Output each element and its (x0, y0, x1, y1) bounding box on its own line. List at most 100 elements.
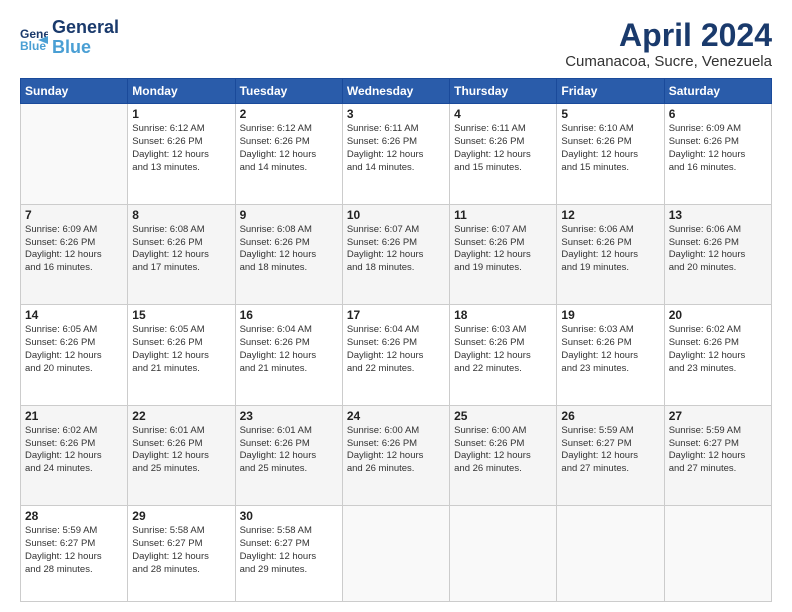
calendar-table: SundayMondayTuesdayWednesdayThursdayFrid… (20, 78, 772, 602)
calendar-cell: 20Sunrise: 6:02 AMSunset: 6:26 PMDayligh… (664, 305, 771, 406)
day-of-week-saturday: Saturday (664, 79, 771, 104)
calendar-cell: 12Sunrise: 6:06 AMSunset: 6:26 PMDayligh… (557, 204, 664, 305)
day-of-week-monday: Monday (128, 79, 235, 104)
day-info: Sunrise: 6:11 AMSunset: 6:26 PMDaylight:… (347, 123, 445, 174)
day-info: Sunrise: 6:12 AMSunset: 6:26 PMDaylight:… (240, 123, 338, 174)
calendar-cell: 16Sunrise: 6:04 AMSunset: 6:26 PMDayligh… (235, 305, 342, 406)
day-number: 14 (25, 308, 123, 322)
day-number: 20 (669, 308, 767, 322)
day-number: 19 (561, 308, 659, 322)
day-info: Sunrise: 6:00 AMSunset: 6:26 PMDaylight:… (454, 425, 552, 476)
day-info: Sunrise: 6:09 AMSunset: 6:26 PMDaylight:… (25, 224, 123, 275)
calendar-cell (450, 506, 557, 602)
calendar-cell: 19 Sunrise: 6:03 AMSunset: 6:26 PMDayligh… (557, 305, 664, 406)
day-number: 17 (347, 308, 445, 322)
calendar-cell (21, 104, 128, 205)
calendar-cell: 26Sunrise: 5:59 AMSunset: 6:27 PMDayligh… (557, 405, 664, 506)
calendar-cell: 29 Sunrise: 5:58 AMSunset: 6:27 PMDayligh… (128, 506, 235, 602)
day-info: Sunrise: 5:59 AMSunset: 6:27 PMDaylight:… (669, 425, 767, 476)
day-of-week-thursday: Thursday (450, 79, 557, 104)
day-info: Sunrise: 5:58 AMSunset: 6:27 PMDaylight:… (240, 525, 338, 576)
day-info: Sunrise: 6:09 AMSunset: 6:26 PMDaylight:… (669, 123, 767, 174)
calendar-body: 1 Sunrise: 6:12 AMSunset: 6:26 PMDaylight… (21, 104, 772, 602)
day-info: Sunrise: 6:01 AMSunset: 6:26 PMDaylight:… (132, 425, 230, 476)
day-info: Sunrise: 6:05 AMSunset: 6:26 PMDaylight:… (25, 324, 123, 375)
calendar-header: SundayMondayTuesdayWednesdayThursdayFrid… (21, 79, 772, 104)
calendar-cell: 4 Sunrise: 6:11 AMSunset: 6:26 PMDaylight… (450, 104, 557, 205)
day-info: Sunrise: 6:00 AMSunset: 6:26 PMDaylight:… (347, 425, 445, 476)
day-info: Sunrise: 6:03 AMSunset: 6:26 PMDaylight:… (561, 324, 659, 375)
day-number: 29 (132, 509, 230, 523)
day-number: 2 (240, 107, 338, 121)
day-info: Sunrise: 6:11 AMSunset: 6:26 PMDaylight:… (454, 123, 552, 174)
calendar-cell (342, 506, 449, 602)
calendar-cell: 23 Sunrise: 6:01 AMSunset: 6:26 PMDayligh… (235, 405, 342, 506)
day-number: 30 (240, 509, 338, 523)
calendar-cell: 14 Sunrise: 6:05 AMSunset: 6:26 PMDayligh… (21, 305, 128, 406)
svg-text:Blue: Blue (20, 39, 46, 52)
calendar-cell: 25Sunrise: 6:00 AMSunset: 6:26 PMDayligh… (450, 405, 557, 506)
day-number: 13 (669, 208, 767, 222)
day-info: Sunrise: 6:04 AMSunset: 6:26 PMDaylight:… (347, 324, 445, 375)
day-info: Sunrise: 6:07 AMSunset: 6:26 PMDaylight:… (347, 224, 445, 275)
location: Cumanacoa, Sucre, Venezuela (565, 53, 772, 70)
calendar-cell: 6 Sunrise: 6:09 AMSunset: 6:26 PMDaylight… (664, 104, 771, 205)
calendar-cell: 3 Sunrise: 6:11 AMSunset: 6:26 PMDaylight… (342, 104, 449, 205)
day-number: 6 (669, 107, 767, 121)
title-block: April 2024 Cumanacoa, Sucre, Venezuela (565, 18, 772, 70)
logo-line2: Blue (52, 38, 119, 58)
day-info: Sunrise: 6:03 AMSunset: 6:26 PMDaylight:… (454, 324, 552, 375)
day-number: 1 (132, 107, 230, 121)
calendar-cell: 2 Sunrise: 6:12 AMSunset: 6:26 PMDaylight… (235, 104, 342, 205)
day-number: 28 (25, 509, 123, 523)
day-number: 5 (561, 107, 659, 121)
calendar-cell: 22 Sunrise: 6:01 AMSunset: 6:26 PMDayligh… (128, 405, 235, 506)
day-number: 24 (347, 409, 445, 423)
week-row-3: 14 Sunrise: 6:05 AMSunset: 6:26 PMDayligh… (21, 305, 772, 406)
day-number: 7 (25, 208, 123, 222)
day-info: Sunrise: 6:07 AMSunset: 6:26 PMDaylight:… (454, 224, 552, 275)
header-row: SundayMondayTuesdayWednesdayThursdayFrid… (21, 79, 772, 104)
week-row-5: 28 Sunrise: 5:59 AMSunset: 6:27 PMDayligh… (21, 506, 772, 602)
logo: General Blue General Blue (20, 18, 119, 58)
day-number: 16 (240, 308, 338, 322)
calendar-cell: 1 Sunrise: 6:12 AMSunset: 6:26 PMDaylight… (128, 104, 235, 205)
calendar-cell (664, 506, 771, 602)
day-info: Sunrise: 5:58 AMSunset: 6:27 PMDaylight:… (132, 525, 230, 576)
day-number: 10 (347, 208, 445, 222)
day-info: Sunrise: 6:01 AMSunset: 6:26 PMDaylight:… (240, 425, 338, 476)
calendar-cell: 7 Sunrise: 6:09 AMSunset: 6:26 PMDaylight… (21, 204, 128, 305)
day-number: 26 (561, 409, 659, 423)
day-number: 8 (132, 208, 230, 222)
day-info: Sunrise: 6:05 AMSunset: 6:26 PMDaylight:… (132, 324, 230, 375)
calendar-cell: 28 Sunrise: 5:59 AMSunset: 6:27 PMDayligh… (21, 506, 128, 602)
calendar-cell: 15Sunrise: 6:05 AMSunset: 6:26 PMDayligh… (128, 305, 235, 406)
day-info: Sunrise: 6:06 AMSunset: 6:26 PMDaylight:… (669, 224, 767, 275)
day-of-week-sunday: Sunday (21, 79, 128, 104)
day-number: 4 (454, 107, 552, 121)
day-of-week-tuesday: Tuesday (235, 79, 342, 104)
calendar-cell: 24 Sunrise: 6:00 AMSunset: 6:26 PMDayligh… (342, 405, 449, 506)
day-number: 9 (240, 208, 338, 222)
calendar-page: General Blue General Blue April 2024 Cum… (0, 0, 792, 612)
calendar-cell: 10 Sunrise: 6:07 AMSunset: 6:26 PMDayligh… (342, 204, 449, 305)
day-number: 18 (454, 308, 552, 322)
day-number: 3 (347, 107, 445, 121)
day-info: Sunrise: 6:08 AMSunset: 6:26 PMDaylight:… (132, 224, 230, 275)
calendar-cell: 9Sunrise: 6:08 AMSunset: 6:26 PMDaylight… (235, 204, 342, 305)
calendar-cell: 17 Sunrise: 6:04 AMSunset: 6:26 PMDayligh… (342, 305, 449, 406)
day-info: Sunrise: 6:12 AMSunset: 6:26 PMDaylight:… (132, 123, 230, 174)
week-row-2: 7 Sunrise: 6:09 AMSunset: 6:26 PMDaylight… (21, 204, 772, 305)
day-number: 27 (669, 409, 767, 423)
day-info: Sunrise: 6:02 AMSunset: 6:26 PMDaylight:… (25, 425, 123, 476)
calendar-cell: 8 Sunrise: 6:08 AMSunset: 6:26 PMDaylight… (128, 204, 235, 305)
calendar-cell: 21 Sunrise: 6:02 AMSunset: 6:26 PMDayligh… (21, 405, 128, 506)
day-info: Sunrise: 5:59 AMSunset: 6:27 PMDaylight:… (25, 525, 123, 576)
day-info: Sunrise: 6:06 AMSunset: 6:26 PMDaylight:… (561, 224, 659, 275)
day-number: 21 (25, 409, 123, 423)
calendar-cell: 11Sunrise: 6:07 AMSunset: 6:26 PMDayligh… (450, 204, 557, 305)
day-number: 22 (132, 409, 230, 423)
day-number: 23 (240, 409, 338, 423)
week-row-1: 1 Sunrise: 6:12 AMSunset: 6:26 PMDaylight… (21, 104, 772, 205)
calendar-cell: 30 Sunrise: 5:58 AMSunset: 6:27 PMDayligh… (235, 506, 342, 602)
